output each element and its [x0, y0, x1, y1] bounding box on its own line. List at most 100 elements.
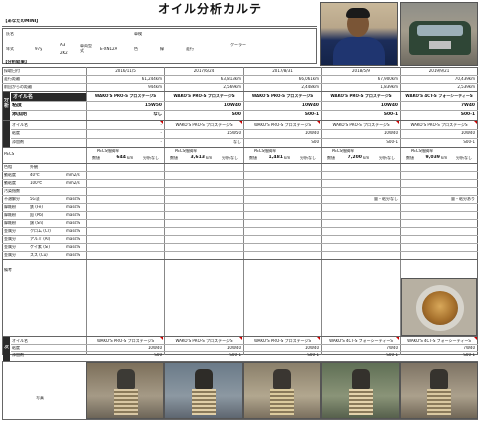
flag-marker [474, 337, 477, 340]
pecs-label: PECS指摘率 [96, 149, 120, 153]
next-oil-cell: WAKO'S PRO-S プロステージS [253, 339, 312, 343]
pecs-sub-label: 数値 [327, 156, 335, 160]
row-rule [2, 147, 478, 148]
pecs-sub-label: 数値 [406, 156, 414, 160]
prev-add-cell: - [160, 140, 162, 144]
flag-marker [239, 337, 242, 340]
visc100-temp: 100℃ [30, 181, 43, 185]
page-title: オイル分析カルテ [157, 3, 262, 16]
si-unit: mass% [66, 245, 81, 249]
oil-sample-photo [401, 278, 477, 336]
owner-hair-shape [346, 8, 370, 18]
visc-cell: 10W40 [380, 103, 398, 108]
flag-marker [317, 337, 320, 340]
visc100-label: 動粘度 [4, 181, 16, 185]
oil-name-label: オイル名 [11, 93, 86, 101]
prev-add-label: 添加剤 [12, 140, 24, 144]
pecs-label: PECS指摘率 [253, 149, 277, 153]
prev-visc-cell: - [160, 131, 162, 135]
next-visc-cell: 7W40 [463, 346, 475, 350]
next-oil-cell: WAKO'S PRO-S プロステージS [175, 339, 233, 343]
flag-marker [239, 121, 242, 124]
date-cell: 2018/5/9 [352, 69, 370, 73]
prev-oil-cell: WAKO'S PRO-S プロステージS [332, 123, 390, 127]
prev-oil-cell: - [160, 123, 162, 127]
contam-mark: 量・粘分なし [374, 197, 398, 201]
row-rule [2, 235, 478, 236]
row-rule [11, 110, 478, 111]
plug-tip-shape [117, 369, 135, 389]
row-rule [2, 179, 478, 180]
row-rule [2, 219, 478, 220]
insol-label: 不溶解分 [4, 197, 20, 201]
row-rule [11, 138, 478, 139]
car-window-shape [417, 25, 463, 36]
contam-mark: 量・粘分あり [451, 197, 475, 201]
sample-side-label [3, 121, 10, 147]
pecs-mark: 分析なし [300, 156, 316, 160]
pecs-value: 644 [116, 155, 126, 160]
check-date-label: 採取日付 [4, 69, 20, 73]
next-add-label: 添加剤 [12, 353, 24, 357]
cu-label: スス (Cu) [30, 253, 48, 257]
pecs-sub-label: 数値 [92, 156, 100, 160]
row-rule [11, 101, 478, 102]
next-oil-cell: WAKO'S 4CT-S フォーシーティーS [407, 339, 471, 343]
additive-cell: S00-1 [304, 112, 319, 117]
plug-thread-shape [349, 389, 373, 415]
next-add-cell: S00 [154, 353, 162, 357]
spark-plug-photo [400, 362, 478, 419]
wear-label: 摩耗粉 [4, 221, 16, 225]
pecs-mark: 分析なし [379, 156, 395, 160]
next-oil-cell: WAKO'S PRO-S プロステージS [96, 339, 155, 343]
visc-cell: 10W40 [301, 103, 319, 108]
cr-unit: mass% [66, 229, 81, 233]
total-mileage-label: 走行距離 [4, 77, 20, 81]
additive-cell: なし [153, 112, 162, 117]
flag-marker [474, 121, 477, 124]
next-add-cell: S00-1 [386, 353, 398, 357]
pecs-value: 1,481 [268, 155, 283, 160]
info-grid [2, 28, 317, 64]
cr-label: クロム (Cr) [30, 229, 51, 233]
additive-cell: S00-1 [460, 112, 475, 117]
since-change-cell: 2,569km [223, 85, 241, 89]
pecs-unit: km [284, 156, 291, 160]
pecs-value: 7,200 [347, 155, 362, 160]
plug-thread-shape [192, 389, 216, 415]
flag-marker [396, 121, 399, 124]
row-rule [2, 195, 478, 196]
cup-oil-shape [422, 291, 458, 325]
contam-label: 汚染指数 [4, 189, 20, 193]
customer-label: 【あなたのMINI】 [3, 19, 41, 24]
row-rule [2, 203, 478, 204]
prev-oil-cell: WAKO'S PRO-S プロステージS [175, 123, 233, 127]
header-rule [2, 26, 317, 27]
date-cell: 2016/11/5 [115, 69, 136, 73]
flag-marker [396, 337, 399, 340]
row-rule [11, 344, 478, 345]
since-change-cell: 2,539km [457, 85, 475, 89]
pecs-mark: 分析なし [222, 156, 238, 160]
pecs-label: PECS指摘率 [331, 149, 355, 153]
row-rule [2, 243, 478, 244]
flag-marker [160, 337, 163, 340]
pb-unit: mass% [66, 213, 81, 217]
mileage-cell: 61,244km [141, 77, 162, 81]
row-rule [2, 211, 478, 212]
insol-unit: mass% [66, 197, 81, 201]
metal-label: 金属分 [4, 253, 16, 257]
pecs-mark: 分析なし [456, 156, 472, 160]
prev-visc-cell: 15W50 [226, 131, 241, 135]
wear-label: 摩耗粉 [4, 205, 16, 209]
row-rule [2, 187, 478, 188]
insol-sub-label: 5G法 [30, 197, 40, 201]
additive-cell: S00-1 [383, 112, 398, 117]
car-photo [400, 2, 478, 66]
plug-tip-shape [352, 369, 370, 389]
visc40-label: 動粘度 [4, 173, 16, 177]
color-value: 緑 [160, 47, 164, 51]
prev-visc-cell: 10W40 [304, 131, 319, 135]
prev-oil-cell: WAKO'S PRO-S プロステージS [410, 123, 468, 127]
prev-add-cell: S00 [311, 140, 319, 144]
